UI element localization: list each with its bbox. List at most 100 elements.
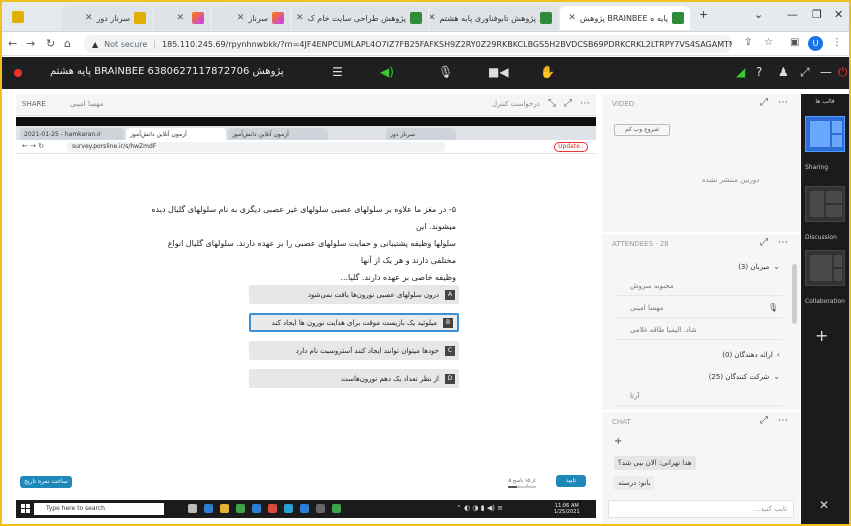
more-options-icon[interactable]: ⋯ — [778, 237, 788, 248]
close-icon[interactable]: ✕ — [85, 13, 93, 23]
chat-pod: CHAT ⤢ ⋯ + هدا تهرانی: الان ببی شد؟ بانو… — [602, 412, 800, 524]
home-icon[interactable]: ⌂ — [64, 37, 71, 50]
close-icon[interactable]: ✕ — [568, 13, 576, 23]
more-options-icon[interactable]: ⋯ — [778, 97, 788, 108]
speaker-icon[interactable]: ◀) — [380, 65, 394, 79]
tab-favicon-icon — [134, 12, 146, 24]
layout-discussion[interactable] — [805, 186, 845, 222]
more-options-icon[interactable]: ⋯ — [580, 98, 590, 109]
excel-icon — [332, 504, 341, 513]
more-options-icon[interactable]: ⋯ — [778, 415, 788, 426]
tab-label: پژوهش طراحی سایت خام ک — [307, 13, 406, 23]
browser-tab[interactable]: ✕ — [154, 6, 210, 30]
power-icon[interactable]: ⏻ — [838, 65, 848, 80]
attendee-row[interactable]: آرتا — [616, 386, 782, 406]
help-icon[interactable]: ? — [756, 65, 762, 79]
question-line: وظیفه خاصی بر عهده دارند. گلیا... — [340, 273, 456, 282]
layout-collaboration[interactable] — [805, 250, 845, 286]
option-text: میلوئید یک بازیست موقت برای هدایت نورون … — [271, 318, 437, 327]
layout-label: Collaboration — [805, 298, 845, 305]
close-icon[interactable]: ✕ — [296, 13, 304, 23]
progress-label: ۵ از ۱۵ پاسخ داده شد — [508, 478, 536, 490]
browser-tab[interactable]: ✕ پژوهش تابوفناوری پایه هشتم — [430, 6, 558, 30]
camera-icon[interactable]: ■◀ — [488, 65, 509, 79]
close-window-icon[interactable]: ✕ — [834, 8, 843, 21]
attendees-title: ATTENDEES · 28 — [612, 240, 669, 248]
shared-tab-label: آزمون آنلاین دانش‌آموز — [130, 130, 187, 138]
add-layout-icon[interactable]: + — [815, 326, 828, 345]
connection-icon: ◢ — [736, 65, 746, 79]
app-logo-icon — [12, 11, 24, 23]
attendees-scrollbar[interactable] — [792, 264, 797, 324]
layout-cell — [826, 205, 842, 217]
tools-icon[interactable]: ✕ — [819, 498, 829, 512]
fullscreen-icon[interactable]: ⤢ — [800, 65, 810, 80]
option-text: درون سلولهای عصبی نورون‌ها یافت نمی‌شود — [307, 290, 439, 299]
attendee-row[interactable]: محبوبه سروش — [616, 276, 782, 296]
answer-option-c[interactable]: C خودها میتوان توانند ایجاد کنند آستروسی… — [249, 341, 459, 360]
tab-search-icon[interactable]: ⌄ — [754, 8, 763, 21]
attendee-name: محبوبه سروش — [630, 281, 674, 290]
browser-tab[interactable]: ✕ پژوهش طراحی سایت خام ک — [292, 6, 428, 30]
forward-icon[interactable]: → — [26, 37, 35, 50]
share-camera-button[interactable]: شروع وب کم — [614, 124, 670, 136]
record-indicator-icon[interactable] — [14, 69, 22, 77]
attendee-row[interactable]: 🎙 مهسا امینی — [616, 298, 782, 318]
star-icon[interactable]: ☆ — [764, 37, 773, 48]
question-line: سلولها وظیفه پشتیبانی و حمایت سلولهای عص… — [167, 239, 456, 248]
maximize-icon[interactable]: ⤢ — [564, 98, 572, 109]
browser-tab[interactable]: ✕ سرناز دور — [62, 6, 152, 30]
close-icon[interactable]: ✕ — [176, 13, 184, 23]
answer-option-a[interactable]: A درون سلولهای عصبی نورون‌ها یافت نمی‌شو… — [249, 285, 459, 304]
close-icon[interactable]: ✕ — [430, 13, 435, 23]
browser-tab-active[interactable]: ✕ پژوهش BRAINBEE پایه ه — [560, 6, 690, 30]
back-icon[interactable]: ← — [8, 37, 17, 50]
maximize-icon[interactable]: ⤢ — [760, 97, 768, 108]
menu-grid-icon[interactable]: ☰ — [332, 65, 343, 79]
microphone-icon: 🎙 — [768, 303, 779, 312]
attendee-row[interactable]: شاد. الیمیا طاقه غلامی — [616, 320, 782, 340]
tab-favicon-icon — [540, 12, 552, 24]
answer-option-d[interactable]: D از نظر تعداد یک دهم نورون‌هاست — [249, 369, 459, 388]
question-line: مختلفی دارند و هر یک از آنها — [360, 256, 456, 265]
minimize-icon[interactable]: — — [787, 8, 798, 21]
maximize-icon[interactable]: ⤢ — [760, 415, 768, 426]
chat-input[interactable]: تایپ کنید... — [608, 500, 794, 518]
fit-screen-icon[interactable]: ⤡ — [548, 98, 556, 109]
chevron-down-icon: ⌄ — [773, 262, 780, 271]
extensions-icon[interactable]: ▣ — [790, 37, 799, 48]
participants-group[interactable]: ⌄ شرکت کنندگان (25) — [610, 372, 780, 381]
layout-cell — [810, 255, 832, 281]
hosts-group[interactable]: ⌄ میزبان (3) — [610, 262, 780, 271]
chrome-icon — [236, 504, 245, 513]
option-text: از نظر تعداد یک دهم نورون‌هاست — [341, 374, 439, 383]
user-icon[interactable]: ♟ — [778, 65, 789, 79]
new-tab-icon[interactable]: + — [699, 8, 708, 21]
clock-date: 1/25/2021 — [554, 509, 580, 515]
menu-icon[interactable]: ⋮ — [832, 37, 842, 48]
presenters-group[interactable]: › ارائه دهندگان (0) — [610, 350, 780, 359]
minimize-app-icon[interactable]: — — [820, 65, 832, 79]
layout-cell — [810, 121, 830, 147]
layout-cell — [832, 121, 842, 133]
restore-icon[interactable]: ❐ — [812, 8, 822, 21]
raise-hand-icon[interactable]: ✋ — [540, 65, 555, 79]
answer-option-b[interactable]: B میلوئید یک بازیست موقت برای هدایت نورو… — [249, 313, 459, 332]
browser-tab[interactable]: ✕ سرناز — [212, 6, 290, 30]
layout-sharing[interactable] — [805, 116, 845, 152]
shared-tab-label: آزمون آنلاین دانش‌آموز — [232, 130, 289, 138]
screen: ✕ پژوهش BRAINBEE پایه ه ✕ پژوهش تابوفناو… — [0, 0, 851, 526]
word-icon — [300, 504, 309, 513]
shared-url: survey.porsline.ir/s/hwZmdF — [66, 142, 446, 152]
microphone-icon[interactable]: 🎙 — [438, 65, 453, 79]
url-bar[interactable]: ▲ Not secure | 185.110.245.69/rpynhnwbkk… — [84, 35, 732, 53]
request-control-button[interactable]: درخواست کنترل — [492, 100, 540, 108]
reload-icon[interactable]: ↻ — [46, 37, 55, 50]
new-chat-icon[interactable]: + — [614, 436, 622, 447]
taskbar-clock: 11:06 AM 1/25/2021 — [554, 503, 580, 515]
explorer-icon — [220, 504, 229, 513]
maximize-icon[interactable]: ⤢ — [760, 237, 768, 248]
profile-avatar[interactable]: U — [808, 36, 823, 51]
close-icon[interactable]: ✕ — [237, 13, 245, 23]
share-icon[interactable]: ⇪ — [744, 37, 752, 48]
